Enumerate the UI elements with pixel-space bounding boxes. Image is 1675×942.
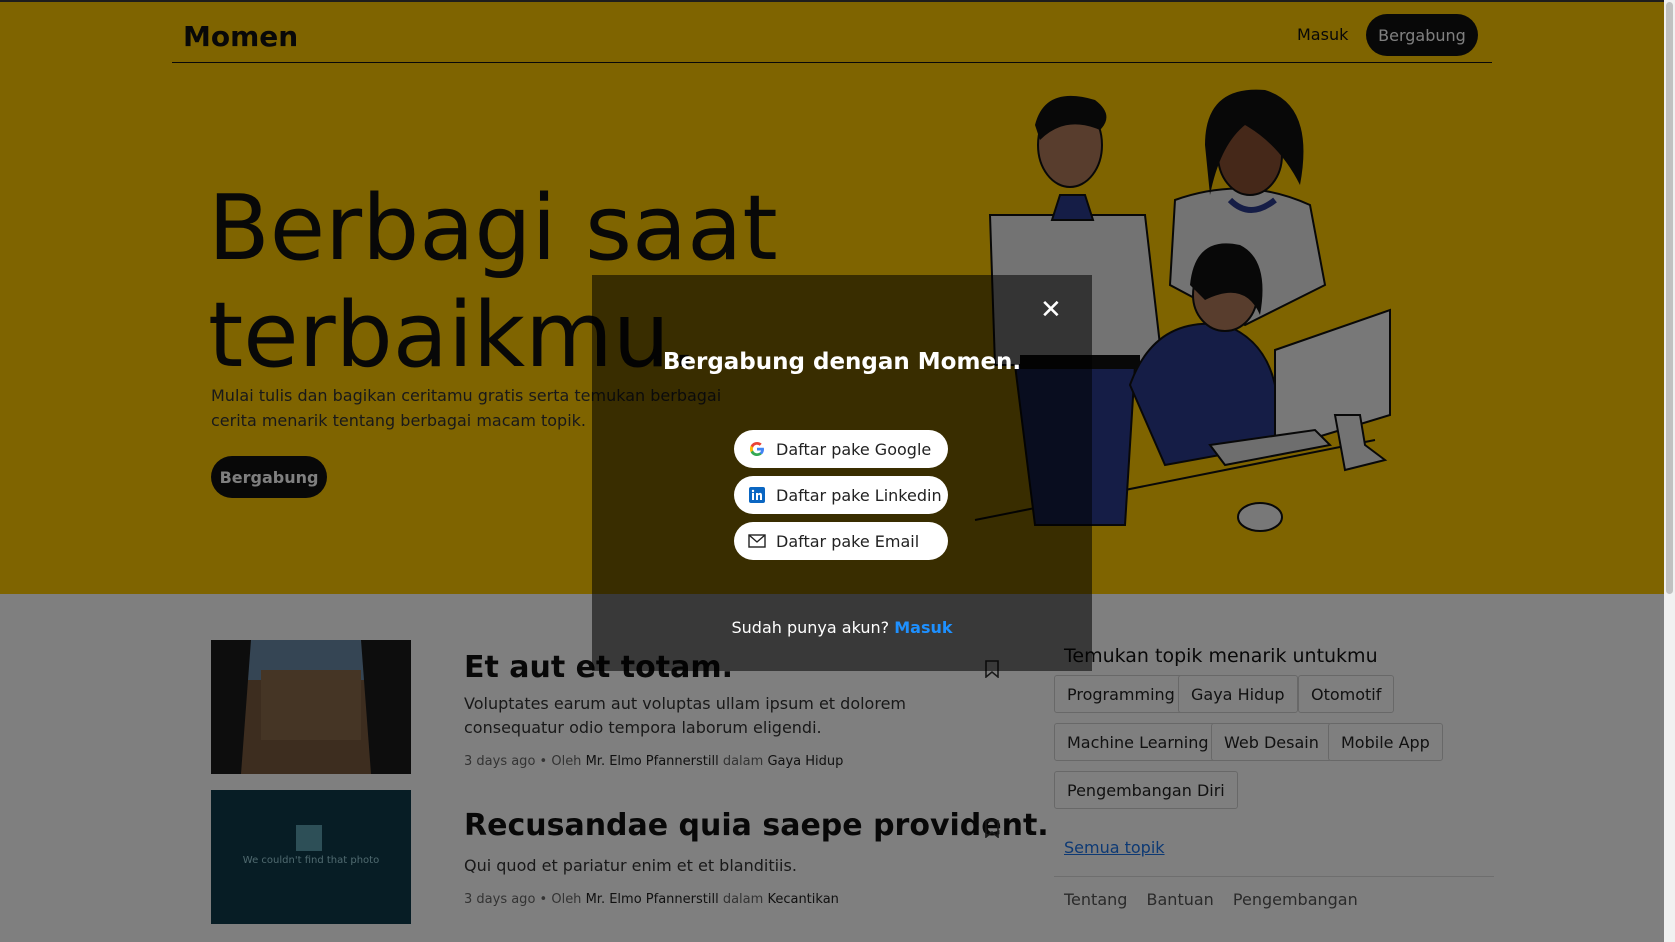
close-icon[interactable]: ✕ — [1040, 295, 1062, 325]
linkedin-signup-button[interactable]: Daftar pake Linkedin — [734, 476, 948, 514]
linkedin-icon — [748, 486, 766, 504]
email-signup-label: Daftar pake Email — [776, 531, 920, 551]
google-signup-button[interactable]: Daftar pake Google — [734, 430, 948, 468]
modal-title: Bergabung dengan Momen. — [662, 349, 1022, 375]
modal-footer: Sudah punya akun? Masuk — [592, 618, 1092, 637]
email-icon — [748, 532, 766, 550]
google-signup-label: Daftar pake Google — [776, 439, 932, 459]
signup-modal: ✕ Bergabung dengan Momen. Daftar pake Go… — [592, 275, 1092, 671]
modal-footer-text: Sudah punya akun? — [731, 618, 890, 637]
google-icon — [748, 440, 766, 458]
linkedin-signup-label: Daftar pake Linkedin — [776, 485, 942, 505]
modal-login-link[interactable]: Masuk — [894, 618, 952, 637]
scrollbar-thumb[interactable] — [1666, 2, 1673, 594]
email-signup-button[interactable]: Daftar pake Email — [734, 522, 948, 560]
